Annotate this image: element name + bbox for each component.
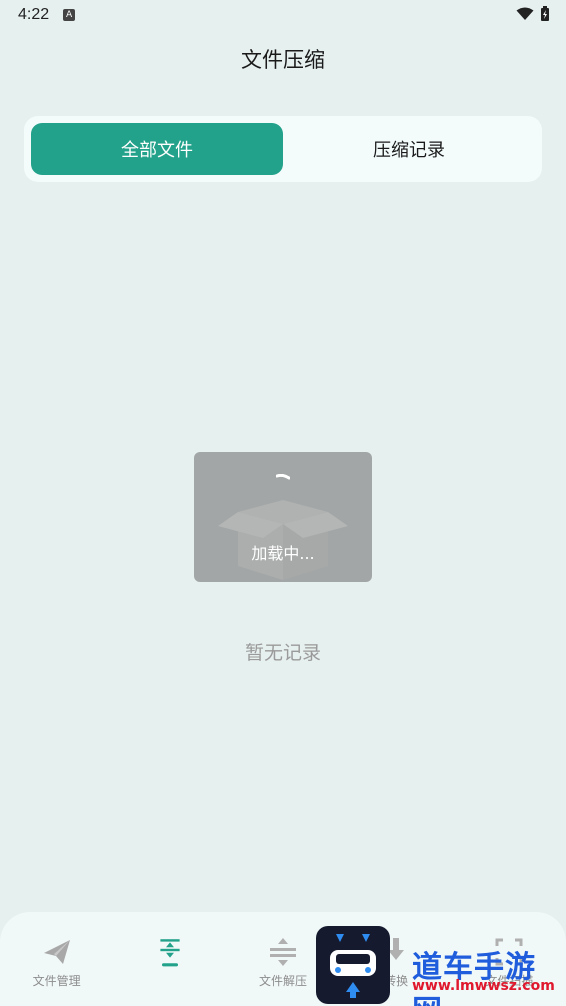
send-icon xyxy=(43,940,70,964)
status-time: 4:22 xyxy=(18,6,50,23)
tab-bar: 全部文件 压缩记录 xyxy=(24,116,542,182)
status-bar: 4:22 A xyxy=(0,0,566,30)
tab-all-files[interactable]: 全部文件 xyxy=(31,123,283,175)
nav-label: 文件管理 xyxy=(32,974,81,988)
wifi-icon xyxy=(516,7,534,20)
empty-state-text: 暂无记录 xyxy=(244,642,321,664)
loading-text: 加载中... xyxy=(251,544,315,563)
nav-label: 文件扫描 xyxy=(485,974,534,988)
battery-icon xyxy=(541,6,549,21)
status-icons xyxy=(516,6,550,22)
bottom-nav: 文件管理 文件解压 转换 文件扫描 xyxy=(0,912,566,1006)
nav-file-manage[interactable]: 文件管理 xyxy=(7,936,107,989)
page-title: 文件压缩 xyxy=(241,48,325,72)
nav-label: 转换 xyxy=(384,974,409,988)
nav-convert[interactable]: 转换 xyxy=(346,936,446,989)
loading-toast: 加载中... xyxy=(194,452,372,582)
nav-file-scan[interactable]: 文件扫描 xyxy=(459,936,559,989)
nav-compress[interactable] xyxy=(120,936,220,972)
tab-compress-records[interactable]: 压缩记录 xyxy=(283,123,535,175)
nav-decompress[interactable]: 文件解压 xyxy=(233,936,333,989)
loading-spinner-icon xyxy=(276,474,290,480)
empty-box-icon xyxy=(218,500,348,580)
scan-icon xyxy=(495,938,523,966)
decompress-icon xyxy=(269,938,296,966)
nav-label: 文件解压 xyxy=(258,974,307,988)
download-icon xyxy=(388,938,405,960)
notification-a-icon: A xyxy=(63,9,76,21)
compress-icon xyxy=(160,939,180,967)
